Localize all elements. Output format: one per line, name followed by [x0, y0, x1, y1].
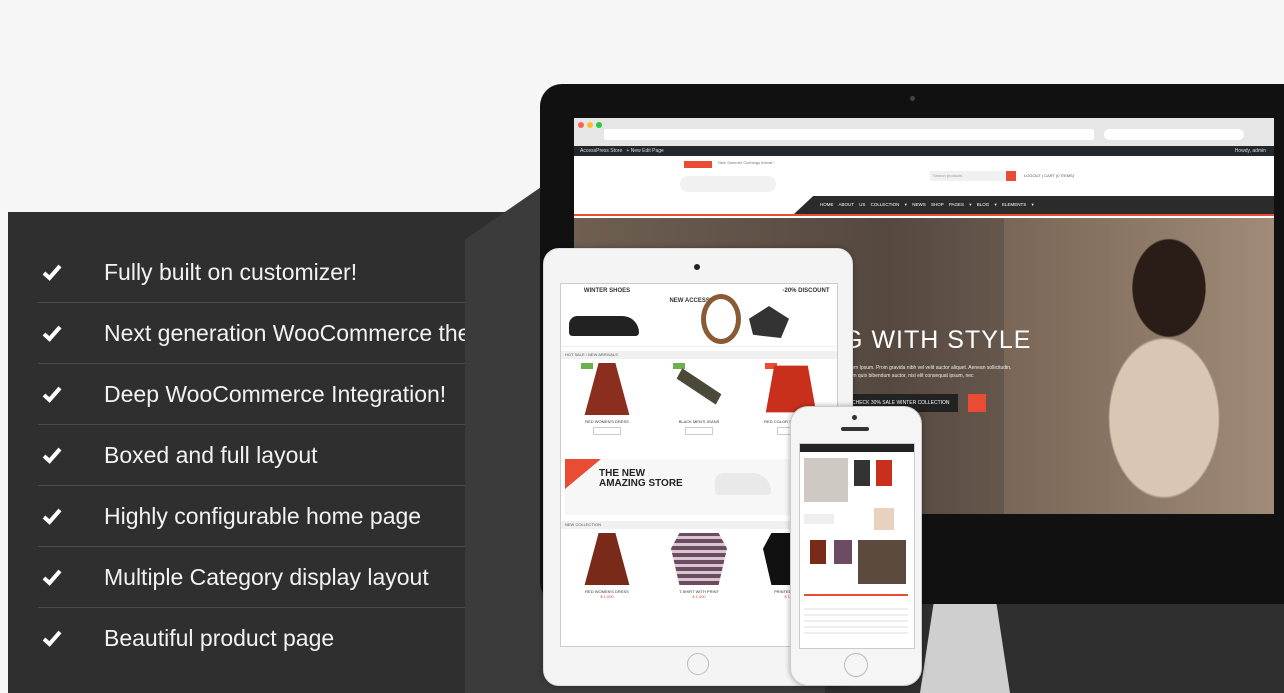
product-price: $ 1,000: [600, 594, 614, 599]
banner-line: AMAZING STORE: [599, 478, 683, 489]
check-icon: [42, 386, 62, 403]
promo-shoes: WINTER SHOES: [561, 284, 653, 346]
promo-badge: [684, 161, 712, 168]
check-icon: [42, 630, 62, 647]
phone-divider: [804, 594, 908, 596]
hero-body: Lorem Ipsum. Proin gravida nibh vel veli…: [844, 365, 1012, 379]
feature-item: Deep WooCommerce Integration!: [38, 364, 466, 425]
browser-search: [1104, 129, 1244, 140]
feature-item: Boxed and full layout: [38, 425, 466, 486]
product-image: [584, 363, 630, 415]
close-dot-icon: [578, 122, 584, 128]
feature-label: Deep WooCommerce Integration!: [104, 380, 447, 407]
phone-device: [790, 406, 922, 686]
site-header: New Summer Clothings Arrival ! Search pr…: [574, 156, 1274, 196]
nav-items: HOME ABOUT US COLLECTION ▾ NEWS SHOP PAG…: [820, 202, 1034, 207]
product-price: $ 1,000: [692, 594, 706, 599]
feature-label: Beautiful product page: [104, 624, 335, 651]
promo-text: New Summer Clothings Arrival !: [718, 160, 775, 165]
section-header: HOT SALE / NEW ARRIVALS: [561, 351, 837, 359]
sale-badge: [673, 363, 685, 369]
admin-bar-user: Howdy, admin: [1234, 148, 1266, 154]
camera-icon: [852, 415, 857, 420]
product-name: RED WOMEN'S DRESS: [585, 419, 629, 424]
promo-row: WINTER SHOES NEW ACCESSORIES -20% DISCOU…: [561, 284, 837, 347]
site-logo: [680, 176, 776, 192]
product-card: BLACK MEN'S JEANS: [671, 363, 727, 453]
check-icon: [42, 325, 62, 342]
speaker-icon: [841, 427, 869, 431]
browser-chrome: [574, 118, 1274, 146]
watch-image: [701, 294, 741, 344]
sale-badge: [581, 363, 593, 369]
phone-banner: [804, 514, 834, 524]
promo-accessories: NEW ACCESSORIES: [653, 284, 745, 346]
check-icon: [42, 508, 62, 525]
feature-list: Fully built on customizer! Next generati…: [38, 242, 502, 668]
promo-discount: -20% DISCOUNT: [745, 284, 837, 346]
product-image: [671, 533, 727, 585]
phone-product-image: [834, 540, 852, 564]
monitor-stand: [920, 604, 1010, 693]
admin-bar: AccessPress Store + New Edit Page Howdy,…: [574, 146, 1274, 156]
phone-avatar-image: [874, 508, 894, 530]
hero-model-image: [1004, 218, 1274, 514]
product-image: [584, 533, 630, 585]
promo-title: WINTER SHOES: [583, 288, 631, 294]
account-links: LOGOUT | CART (0 ITEMS): [1024, 173, 1075, 178]
feature-item: Fully built on customizer!: [38, 242, 466, 303]
feature-label: Highly configurable home page: [104, 502, 422, 529]
admin-bar-site: AccessPress Store: [580, 148, 623, 154]
admin-bar-items: + New Edit Page: [626, 148, 664, 154]
feature-label: Boxed and full layout: [104, 441, 318, 468]
jacket-image: [749, 306, 789, 338]
home-button-icon: [844, 653, 868, 677]
check-icon: [42, 447, 62, 464]
phone-status-bar: [800, 444, 914, 452]
maximize-dot-icon: [596, 122, 602, 128]
product-card: T-SHIRT WITH PRINT $ 1,000: [671, 533, 727, 623]
product-card: RED WOMEN'S DRESS $ 1,000: [579, 533, 635, 623]
search-button: [1006, 171, 1016, 181]
camera-icon: [910, 96, 915, 101]
shoe-image: [569, 316, 639, 336]
check-icon: [42, 569, 62, 586]
feature-item: Highly configurable home page: [38, 486, 466, 547]
feature-label: Multiple Category display layout: [104, 563, 429, 590]
camera-icon: [694, 264, 700, 270]
add-to-cart-button: [593, 427, 621, 435]
phone-product-image: [876, 460, 892, 486]
feature-item: Beautiful product page: [38, 608, 466, 668]
phone-footer-text: [804, 604, 908, 634]
sneaker-image: [715, 473, 771, 495]
banner-accent: [565, 459, 601, 489]
product-name: BLACK MEN'S JEANS: [678, 419, 720, 424]
site-nav: HOME ABOUT US COLLECTION ▾ NEWS SHOP PAG…: [574, 196, 1274, 214]
phone-screen: [799, 443, 915, 649]
promo-title: -20% DISCOUNT: [782, 288, 830, 294]
feature-label: Fully built on customizer!: [104, 258, 358, 285]
banner-title: THE NEW AMAZING STORE: [599, 469, 683, 489]
minimize-dot-icon: [587, 122, 593, 128]
url-bar: [604, 129, 1094, 140]
hero-title: NG WITH STYLE: [824, 326, 1032, 354]
product-search-input: Search products: [930, 171, 1005, 181]
add-to-cart-button: [685, 427, 713, 435]
feature-item: Next generation WooCommerce theme: [38, 303, 502, 364]
phone-hero-image: [858, 540, 906, 584]
product-image: [676, 368, 722, 405]
phone-product-image: [810, 540, 826, 564]
feature-item: Multiple Category display layout: [38, 547, 466, 608]
nav-divider: [574, 214, 1274, 216]
check-icon: [42, 264, 62, 281]
hero-cta-arrow-icon: [968, 394, 986, 412]
phone-product-image: [854, 460, 870, 486]
phone-promo-image: [804, 458, 848, 502]
feature-label: Next generation WooCommerce theme: [104, 319, 503, 346]
home-button-icon: [687, 653, 709, 675]
product-card: RED WOMEN'S DRESS: [579, 363, 635, 453]
